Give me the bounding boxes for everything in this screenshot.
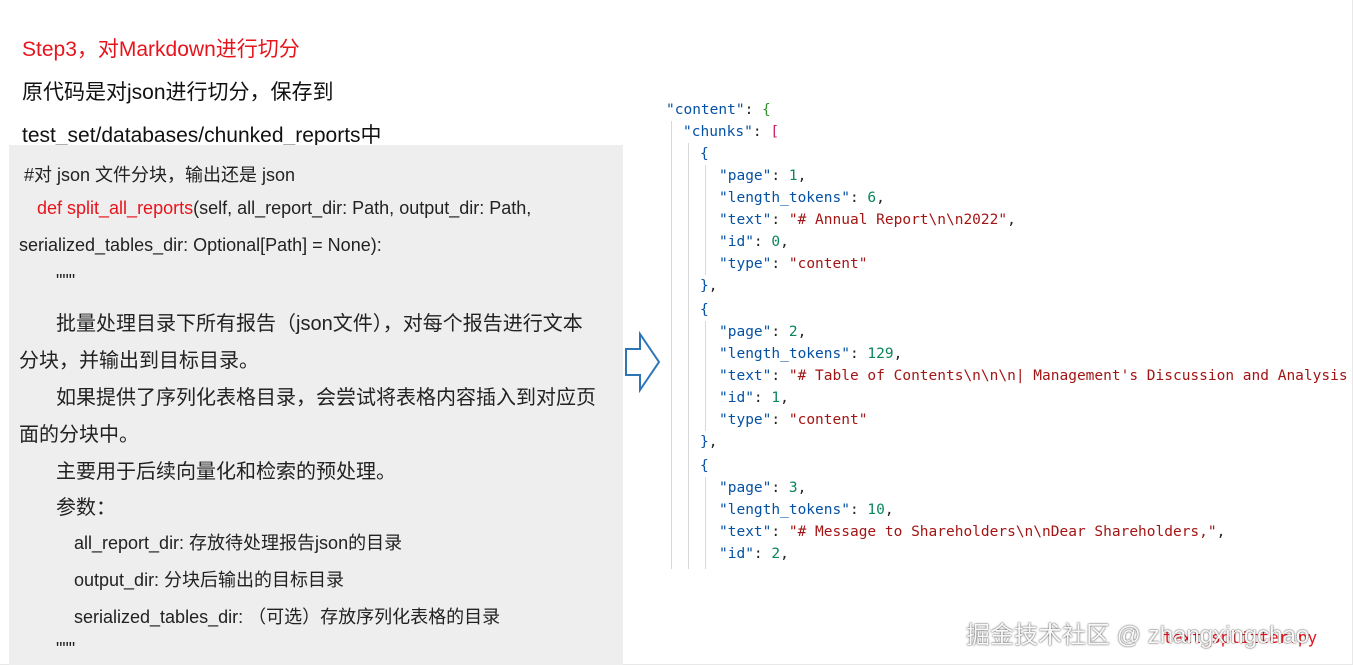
json-root-line: "content": { xyxy=(666,102,771,118)
docstring-line: 主要用于后续向量化和检索的预处理。 xyxy=(56,461,396,483)
param-line: all_report_dir: 存放待处理报告json的目录 xyxy=(74,533,403,553)
json-field-page: "page": 3, xyxy=(719,480,807,496)
json-field-id: "id": 1, xyxy=(719,390,789,406)
docstring-line: 分块，并输出到目标目录。 xyxy=(19,350,259,372)
json-field-page: "page": 2, xyxy=(719,324,807,340)
json-output-view: "content": { "chunks": [ { "page": 1, "l… xyxy=(666,99,1353,569)
code-comment: #对 json 文件分块，输出还是 json xyxy=(24,165,296,185)
json-field-text: "text": "# Table of Contents\n\n\n| Mana… xyxy=(719,368,1348,384)
function-params: (self, all_report_dir: Path, output_dir:… xyxy=(193,198,532,218)
docstring-open: """ xyxy=(56,271,76,291)
docstring-line: 面的分块中。 xyxy=(19,424,139,446)
json-field-length-tokens: "length_tokens": 10, xyxy=(719,502,894,518)
function-signature: def split_all_reports(self, all_report_d… xyxy=(37,198,531,219)
json-field-text: "text": "# Annual Report\n\n2022", xyxy=(719,212,1016,228)
json-key: "content" xyxy=(666,102,745,118)
json-key: "chunks" xyxy=(683,124,753,140)
def-keyword: def split_all_reports xyxy=(37,198,194,218)
step-title: Step3，对Markdown进行切分 xyxy=(22,38,300,61)
docstring-close: """ xyxy=(56,639,76,659)
right-arrow-icon xyxy=(625,331,661,393)
docstring-line: 如果提供了序列化表格目录，会尝试将表格内容插入到对应页 xyxy=(56,387,596,409)
param-line: output_dir: 分块后输出的目标目录 xyxy=(74,570,345,590)
code-snippet: #对 json 文件分块，输出还是 json def split_all_rep… xyxy=(9,145,623,665)
params-label: 参数： xyxy=(56,497,116,519)
docstring-line: 批量处理目录下所有报告（json文件），对每个报告进行文本 xyxy=(56,313,583,335)
json-field-length-tokens: "length_tokens": 129, xyxy=(719,346,903,362)
json-field-id: "id": 2, xyxy=(719,546,789,562)
json-field-length-tokens: "length_tokens": 6, xyxy=(719,190,885,206)
json-field-id: "id": 0, xyxy=(719,234,789,250)
intro-line-1: 原代码是对json进行切分，保存到 xyxy=(22,81,334,104)
param-line: serialized_tables_dir: （可选）存放序列化表格的目录 xyxy=(74,607,501,627)
json-chunks-line: "chunks": [ xyxy=(683,124,780,140)
function-signature-cont: serialized_tables_dir: Optional[Path] = … xyxy=(19,235,382,255)
watermark: 掘金技术社区 @ zhangxingchao xyxy=(966,622,1310,649)
json-field-page: "page": 1, xyxy=(719,168,807,184)
json-field-text: "text": "# Message to Shareholders\n\nDe… xyxy=(719,524,1226,540)
json-field-type: "type": "content" xyxy=(719,256,868,272)
json-field-type: "type": "content" xyxy=(719,412,868,428)
